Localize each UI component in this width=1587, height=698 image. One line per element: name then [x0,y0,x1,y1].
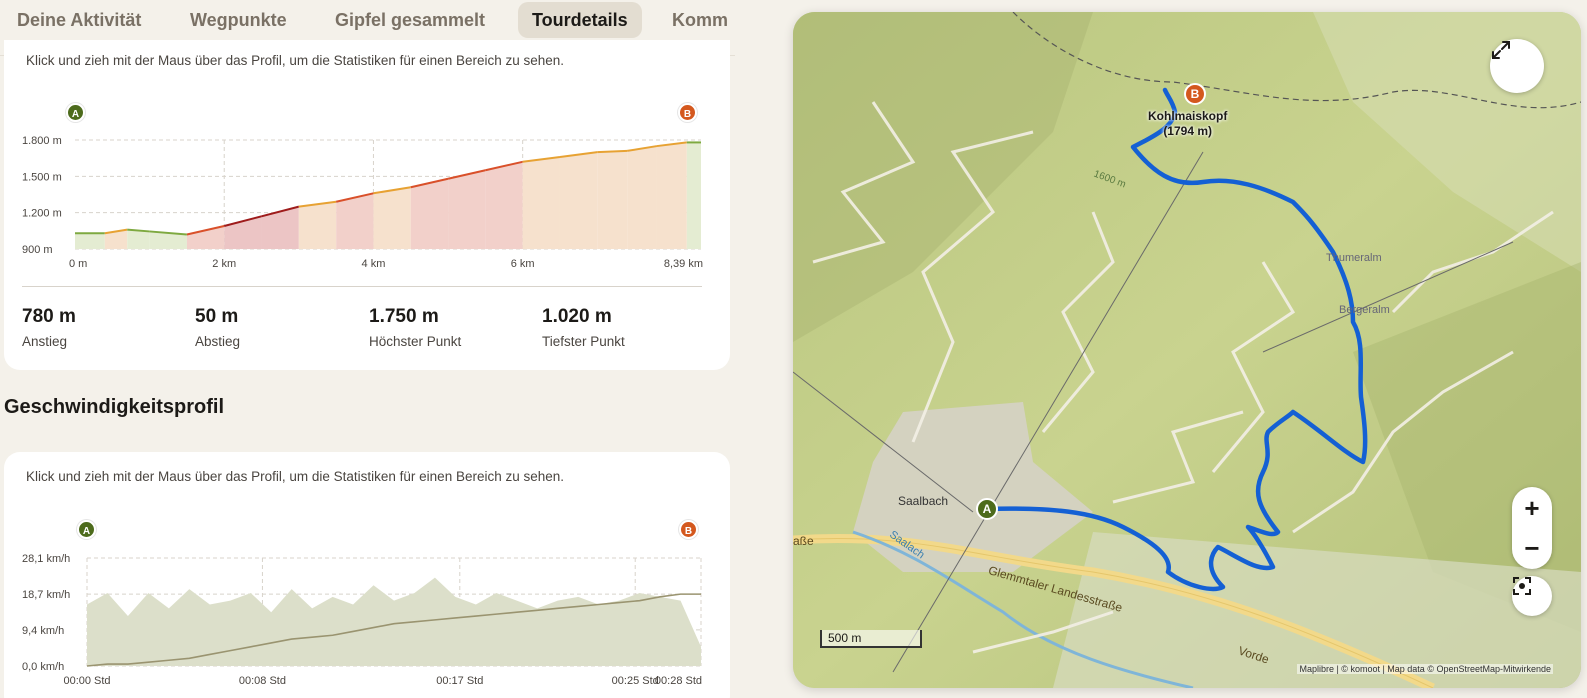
elevation-ytick-label: 1.500 m [22,171,62,183]
map-start-marker[interactable]: A [976,498,998,520]
speed-xtick-label: 00:28 Std [655,675,702,687]
tab-bar: Deine Aktivität Wegpunkte Gipfel gesamme… [0,0,735,40]
stat-value: 50 m [195,306,239,327]
elevation-area-segment [410,178,449,249]
elevation-area-segment [485,161,523,249]
stat-tiefster-punkt: 1.020 m Tiefster Punkt [542,306,625,349]
peak-height: (1794 m) [1163,124,1213,138]
stat-value: 780 m [22,306,76,327]
tab-wegpunkte[interactable]: Wegpunkte [176,2,301,38]
zoom-in-button[interactable]: + [1512,488,1552,528]
elevation-area-segment [522,156,560,249]
elevation-area-segment [75,233,105,249]
elevation-area-segment [336,193,374,249]
speed-start-marker: A [77,520,96,539]
elevation-area-segment [448,170,486,249]
speed-xtick-label: 00:08 Std [239,675,286,687]
elevation-xtick-label: 2 km [212,258,236,270]
tab-gipfel-gesammelt[interactable]: Gipfel gesammelt [321,2,499,38]
stat-label: Anstieg [22,334,68,349]
zoom-controls: + − [1512,487,1552,569]
elevation-line-segment [597,149,628,154]
stat-value: 1.020 m [542,306,612,327]
elevation-area-segment [373,187,411,249]
stat-label: Tiefster Punkt [542,334,625,349]
map-label-strasse: aße [793,534,814,548]
fullscreen-button[interactable] [1490,39,1544,93]
speed-xtick-label: 00:00 Std [63,675,110,687]
speed-hint: Klick und zieh mit der Maus über das Pro… [26,469,565,484]
elevation-xtick-label: 4 km [362,258,386,270]
stats-divider [22,286,702,287]
speed-profile-title: Geschwindigkeitsprofil [4,396,225,418]
elevation-xtick-label: 6 km [511,258,535,270]
speed-ytick-label: 18,7 km/h [22,589,70,601]
elevation-area-segment [656,142,687,249]
speed-ytick-label: 28,1 km/h [22,553,70,565]
stat-abstieg: 50 m Abstieg [195,306,240,349]
map-label-thumeralm: Thumeralm [1326,252,1382,264]
map-label-saalbach: Saalbach [898,494,949,508]
map-peak-label: Kohlmaiskopf (1794 m) [1148,109,1227,139]
elevation-hint: Klick und zieh mit der Maus über das Pro… [26,53,565,68]
peak-name: Kohlmaiskopf [1148,109,1228,123]
map-label-bergeralm: Bergeralm [1339,304,1390,316]
stat-label: Abstieg [195,334,241,349]
speed-end-marker: B [679,520,698,539]
elevation-ytick-label: 900 m [22,244,53,256]
elevation-area-segment [298,201,337,249]
elevation-xtick-label: 8,39 km [664,258,703,270]
speed-profile-card: Klick und zieh mit der Maus über das Pro… [4,452,730,698]
elevation-stats: 780 m Anstieg 50 m Abstieg 1.750 m Höchs… [22,306,722,361]
zoom-out-button[interactable]: − [1512,528,1552,568]
elevation-ytick-label: 1.200 m [22,208,62,220]
elevation-area-segment [127,229,150,249]
speed-chart[interactable]: 28,1 km/h 18,7 km/h 9,4 km/h 0,0 km/h 00:00 … [4,544,730,694]
map-scale-bar: 500 m [820,630,922,648]
speed-ytick-label: 9,4 km/h [22,625,64,637]
expand-icon [1492,41,1510,59]
speed-ytick-label: 0,0 km/h [22,661,64,673]
route-map[interactable]: Saalbach Saalach Glemmtaler Landesstraße… [793,12,1581,688]
focus-route-icon [1513,577,1531,595]
speed-xtick-label: 00:25 Std [612,675,659,687]
stat-hoechster-punkt: 1.750 m Höchster Punkt [369,306,461,349]
speed-xtick-label: 00:17 Std [436,675,483,687]
elevation-profile-card: Klick und zieh mit der Maus über das Pro… [4,40,730,370]
elevation-area-segment [627,146,657,249]
elevation-area-segment [686,142,701,249]
tab-kommentare[interactable]: Komm [658,2,735,38]
elevation-area-segment [597,150,628,249]
map-end-marker[interactable]: B [1184,83,1206,105]
stat-anstieg: 780 m Anstieg [22,306,76,349]
stat-label: Höchster Punkt [369,334,462,349]
map-attribution[interactable]: Maplibre | © komoot | Map data © OpenStr… [1297,664,1553,674]
elevation-area-segment [559,152,598,249]
speed-area [87,577,701,666]
stat-value: 1.750 m [369,306,439,327]
elevation-ytick-label: 1.800 m [22,135,62,147]
tab-deine-aktivitaet[interactable]: Deine Aktivität [3,2,155,38]
locate-button[interactable] [1512,576,1552,616]
elevation-xtick-label: 0 m [69,258,87,270]
tab-tourdetails[interactable]: Tourdetails [518,2,642,38]
